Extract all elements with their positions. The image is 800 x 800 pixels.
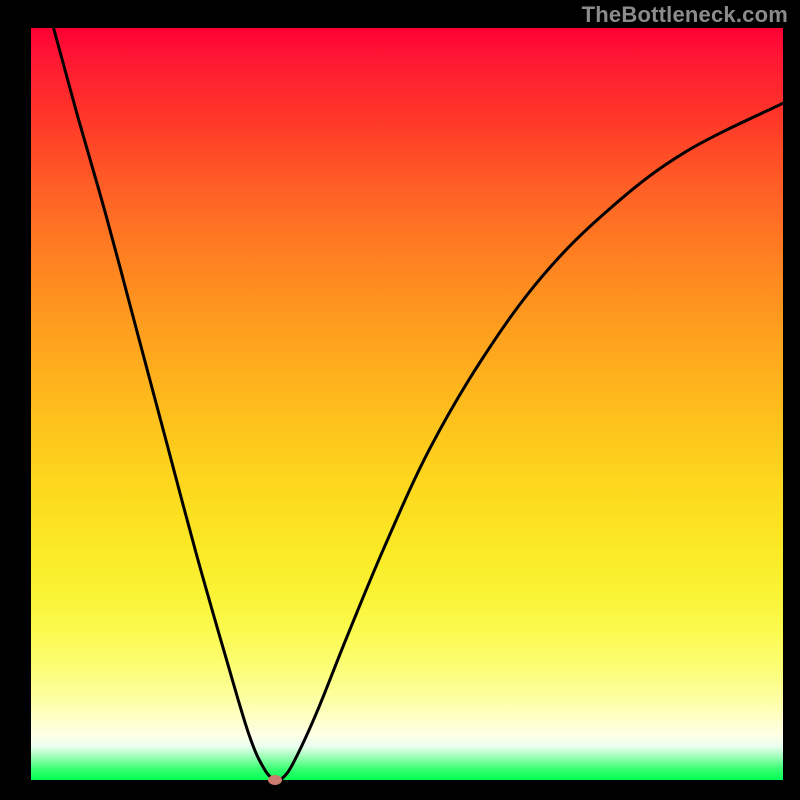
plot-area	[31, 28, 783, 780]
bottleneck-curve	[54, 28, 783, 780]
chart-container: TheBottleneck.com	[0, 0, 800, 800]
curve-svg	[31, 28, 783, 780]
minimum-marker	[268, 775, 282, 785]
watermark-text: TheBottleneck.com	[582, 2, 788, 28]
